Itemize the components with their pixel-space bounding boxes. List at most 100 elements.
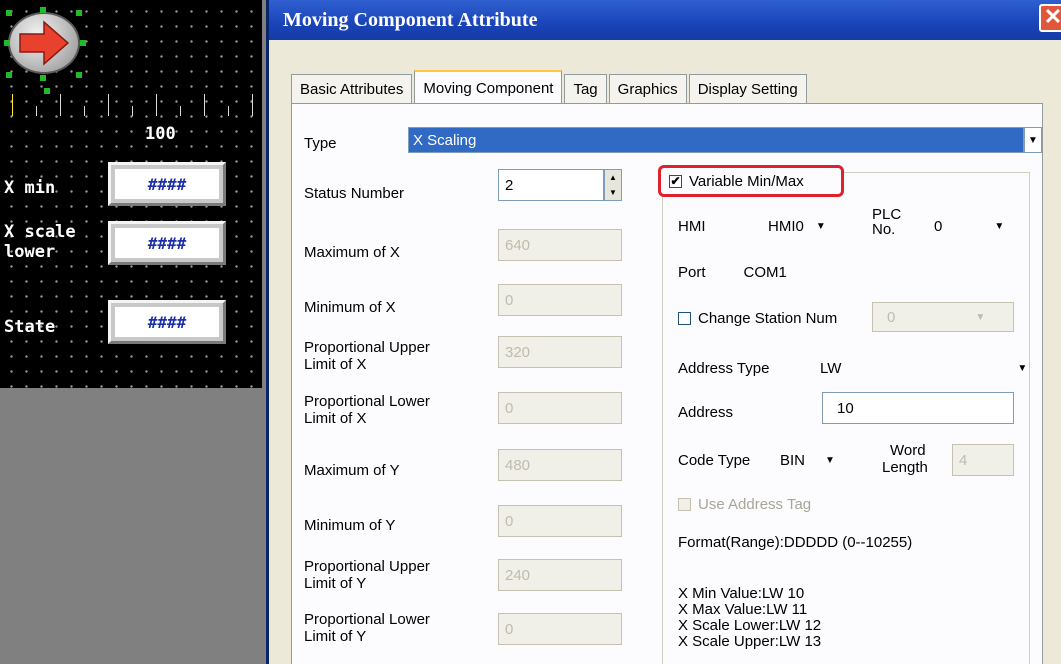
status-number-spinner[interactable]: ▲ ▼	[604, 169, 622, 201]
dropdown-arrow-icon[interactable]: ▼	[994, 221, 1004, 232]
variable-minmax-checkbox[interactable]: ✔ Variable Min/Max	[658, 165, 844, 197]
selection-handle[interactable]	[6, 72, 12, 78]
port-label: Port	[678, 264, 706, 281]
dropdown-arrow-icon[interactable]: ▼	[1017, 363, 1027, 374]
dropdown-arrow-icon[interactable]: ▼	[816, 221, 826, 232]
selection-handle[interactable]	[44, 88, 50, 94]
address-label: Address	[678, 404, 734, 421]
checkbox-icon[interactable]	[678, 498, 691, 511]
prop-upper-x-label-line2: Limit of X	[304, 356, 367, 373]
selection-handle[interactable]	[40, 7, 46, 13]
prop-upper-x-input[interactable]: 320	[498, 336, 622, 368]
tab-tag[interactable]: Tag	[564, 74, 607, 104]
prop-lower-x-label-line2: Limit of X	[304, 410, 367, 427]
code-type-row: Code Type	[678, 452, 750, 469]
max-y-label: Maximum of Y	[304, 462, 400, 479]
change-station-value: 0	[887, 308, 896, 326]
dropdown-arrow-icon[interactable]: ▼	[1024, 127, 1042, 153]
prop-lower-y-input[interactable]: 0	[498, 613, 622, 645]
use-address-tag-checkbox[interactable]: Use Address Tag	[678, 496, 811, 513]
address-type-select[interactable]: LW ▼	[820, 360, 1027, 377]
hmi-screen-canvas[interactable]: 100 X min #### X scale lower #### State …	[0, 0, 262, 388]
prop-lower-x-label-line1: Proportional Lower	[304, 393, 430, 410]
address-type-row: Address Type	[678, 360, 769, 377]
prop-upper-y-label-line2: Limit of Y	[304, 575, 367, 592]
x-scale-lower-text: X Scale Lower:LW 12	[678, 617, 822, 634]
word-length-label-line1: Word	[890, 442, 926, 459]
scale-tick	[252, 94, 253, 116]
plc-no-select[interactable]: 0 ▼	[934, 218, 1004, 235]
max-x-label: Maximum of X	[304, 244, 400, 261]
x-min-value-text: X Min Value:LW 10	[678, 585, 805, 602]
plc-no-value: 0	[934, 218, 943, 235]
x-scale-lower-label-line1: X scale	[4, 222, 76, 242]
prop-lower-x-input[interactable]: 0	[498, 392, 622, 424]
min-x-input[interactable]: 0	[498, 284, 622, 316]
type-select[interactable]: X Scaling	[408, 127, 1024, 153]
max-x-input[interactable]: 640	[498, 229, 622, 261]
port-value: COM1	[743, 264, 787, 281]
status-number-input[interactable]: 2	[498, 169, 604, 201]
variable-minmax-label: Variable Min/Max	[689, 172, 804, 190]
dropdown-arrow-icon[interactable]: ▼	[825, 455, 835, 466]
hmi-select[interactable]: HMI0 ▼	[768, 218, 826, 235]
change-station-checkbox[interactable]: Change Station Num	[678, 310, 837, 327]
state-value: ####	[115, 307, 219, 337]
moving-component-tab-panel: Type X Scaling ▼ Status Number 2 ▲ ▼ Max…	[291, 103, 1043, 664]
address-type-value: LW	[820, 360, 842, 377]
prop-upper-x-label-line1: Proportional Upper	[304, 339, 430, 356]
scale-tick	[156, 94, 157, 116]
checkbox-icon[interactable]: ✔	[669, 174, 682, 188]
hmi-row: HMI	[678, 218, 706, 235]
selection-handle[interactable]	[6, 10, 12, 16]
scale-tick	[84, 106, 85, 116]
code-type-select[interactable]: BIN ▼	[780, 452, 835, 469]
max-y-input[interactable]: 480	[498, 449, 622, 481]
x-scale-upper-text: X Scale Upper:LW 13	[678, 633, 822, 650]
plc-no-label-line2: No.	[872, 221, 896, 238]
scale-tick	[180, 106, 181, 116]
selection-handle[interactable]	[4, 40, 10, 46]
address-type-label: Address Type	[678, 360, 770, 377]
selection-handle[interactable]	[80, 40, 86, 46]
x-scale-lower-numeric-display[interactable]: ####	[108, 221, 226, 265]
x-min-numeric-display[interactable]: ####	[108, 162, 226, 206]
tab-display-setting[interactable]: Display Setting	[688, 74, 807, 104]
scale-tick	[36, 106, 37, 116]
spin-down-icon[interactable]: ▼	[605, 185, 621, 200]
address-input[interactable]: 10	[822, 392, 1014, 424]
x-scale-lower-value: ####	[115, 228, 219, 258]
change-station-select[interactable]: 0 ▼	[872, 302, 1014, 332]
state-numeric-display[interactable]: ####	[108, 300, 226, 344]
scale-value-label: 100	[145, 124, 176, 144]
tab-graphics[interactable]: Graphics	[608, 74, 687, 104]
word-length-label-line2: Length	[882, 459, 928, 476]
close-icon[interactable]: ✕	[1039, 4, 1061, 32]
min-y-input[interactable]: 0	[498, 505, 622, 537]
checkbox-icon[interactable]	[678, 312, 691, 325]
right-arrow-icon	[19, 20, 70, 66]
hmi-label: HMI	[678, 218, 706, 235]
selection-handle[interactable]	[40, 75, 46, 81]
hmi-select-value: HMI0	[768, 218, 804, 235]
tab-basic-attributes[interactable]: Basic Attributes	[291, 74, 413, 104]
scale-object[interactable]	[0, 86, 262, 116]
min-x-label: Minimum of X	[304, 299, 396, 316]
prop-upper-y-input[interactable]: 240	[498, 559, 622, 591]
dropdown-arrow-icon[interactable]: ▼	[975, 312, 985, 323]
scale-tick	[108, 94, 109, 116]
spin-up-icon[interactable]: ▲	[605, 170, 621, 185]
prop-lower-y-label-line2: Limit of Y	[304, 628, 367, 645]
dialog-title-bar[interactable]: Moving Component Attribute	[269, 0, 1061, 40]
right-arrow-button-object[interactable]	[8, 12, 80, 74]
x-scale-lower-label-line2: lower	[4, 242, 56, 262]
x-min-label: X min	[4, 178, 56, 198]
word-length-input[interactable]: 4	[952, 444, 1014, 476]
prop-lower-y-label-line1: Proportional Lower	[304, 611, 430, 628]
selection-handle[interactable]	[76, 72, 82, 78]
code-type-value: BIN	[780, 452, 806, 469]
tab-bar: Basic Attributes Moving Component Tag Gr…	[291, 70, 809, 104]
selection-handle[interactable]	[76, 10, 82, 16]
tab-moving-component[interactable]: Moving Component	[414, 70, 563, 104]
type-label: Type	[304, 135, 337, 152]
